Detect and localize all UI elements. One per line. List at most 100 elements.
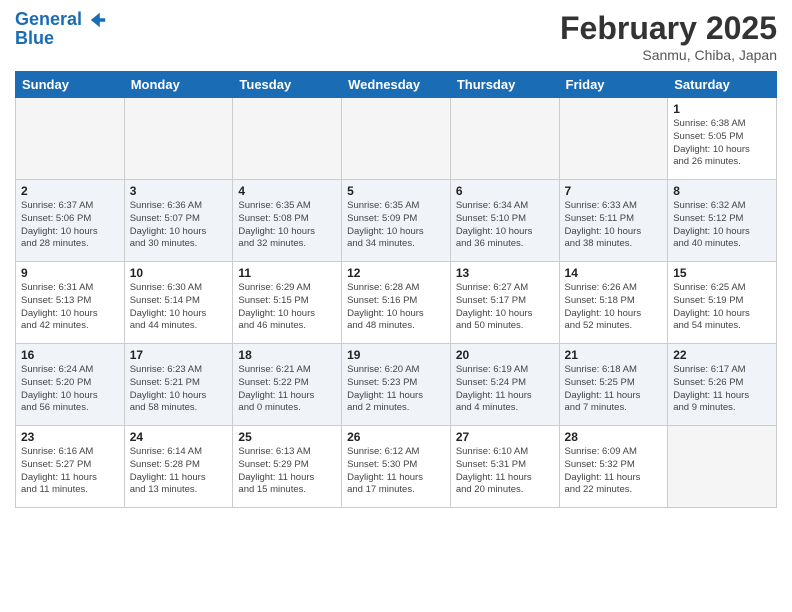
table-row bbox=[559, 98, 668, 180]
day-info: Sunrise: 6:27 AMSunset: 5:17 PMDaylight:… bbox=[456, 282, 554, 333]
day-info: Sunrise: 6:19 AMSunset: 5:24 PMDaylight:… bbox=[456, 364, 554, 415]
table-row: 27 Sunrise: 6:10 AMSunset: 5:31 PMDayligh… bbox=[450, 426, 559, 508]
table-row: 28 Sunrise: 6:09 AMSunset: 5:32 PMDayligh… bbox=[559, 426, 668, 508]
table-row: 25 Sunrise: 6:13 AMSunset: 5:29 PMDayligh… bbox=[233, 426, 342, 508]
calendar-week-row: 1 Sunrise: 6:38 AMSunset: 5:05 PMDaylight… bbox=[16, 98, 777, 180]
logo: General Blue bbox=[15, 10, 107, 49]
day-number: 7 bbox=[565, 184, 663, 198]
table-row: 7Sunrise: 6:33 AMSunset: 5:11 PMDaylight… bbox=[559, 180, 668, 262]
header: General Blue February 2025 Sanmu, Chiba,… bbox=[15, 10, 777, 63]
table-row: 23 Sunrise: 6:16 AMSunset: 5:27 PMDayligh… bbox=[16, 426, 125, 508]
day-info: Sunrise: 6:34 AMSunset: 5:10 PMDaylight:… bbox=[456, 200, 554, 251]
table-row: 11 Sunrise: 6:29 AMSunset: 5:15 PMDayligh… bbox=[233, 262, 342, 344]
table-row: 16 Sunrise: 6:24 AMSunset: 5:20 PMDayligh… bbox=[16, 344, 125, 426]
logo-arrow-icon bbox=[89, 11, 107, 29]
day-number: 11 bbox=[238, 266, 336, 280]
day-number: 9 bbox=[21, 266, 119, 280]
day-number: 2 bbox=[21, 184, 119, 198]
day-number: 21 bbox=[565, 348, 663, 362]
day-number: 25 bbox=[238, 430, 336, 444]
day-info: Sunrise: 6:14 AMSunset: 5:28 PMDaylight:… bbox=[130, 446, 228, 497]
day-info: Sunrise: 6:32 AMSunset: 5:12 PMDaylight:… bbox=[673, 200, 771, 251]
day-number: 15 bbox=[673, 266, 771, 280]
table-row bbox=[668, 426, 777, 508]
day-number: 14 bbox=[565, 266, 663, 280]
col-thursday: Thursday bbox=[450, 72, 559, 98]
table-row: 20 Sunrise: 6:19 AMSunset: 5:24 PMDayligh… bbox=[450, 344, 559, 426]
table-row: 9 Sunrise: 6:31 AMSunset: 5:13 PMDaylight… bbox=[16, 262, 125, 344]
day-info: Sunrise: 6:31 AMSunset: 5:13 PMDaylight:… bbox=[21, 282, 119, 333]
day-info: Sunrise: 6:36 AMSunset: 5:07 PMDaylight:… bbox=[130, 200, 228, 251]
table-row: 15Sunrise: 6:25 AMSunset: 5:19 PMDayligh… bbox=[668, 262, 777, 344]
day-number: 27 bbox=[456, 430, 554, 444]
day-info: Sunrise: 6:35 AMSunset: 5:09 PMDaylight:… bbox=[347, 200, 445, 251]
calendar-week-row: 23 Sunrise: 6:16 AMSunset: 5:27 PMDayligh… bbox=[16, 426, 777, 508]
day-info: Sunrise: 6:21 AMSunset: 5:22 PMDaylight:… bbox=[238, 364, 336, 415]
day-info: Sunrise: 6:09 AMSunset: 5:32 PMDaylight:… bbox=[565, 446, 663, 497]
day-number: 6 bbox=[456, 184, 554, 198]
table-row bbox=[124, 98, 233, 180]
calendar-week-row: 9 Sunrise: 6:31 AMSunset: 5:13 PMDaylight… bbox=[16, 262, 777, 344]
logo-text: General bbox=[15, 10, 107, 30]
calendar-header-row: Sunday Monday Tuesday Wednesday Thursday… bbox=[16, 72, 777, 98]
table-row: 13 Sunrise: 6:27 AMSunset: 5:17 PMDayligh… bbox=[450, 262, 559, 344]
table-row: 4Sunrise: 6:35 AMSunset: 5:08 PMDaylight… bbox=[233, 180, 342, 262]
day-info: Sunrise: 6:16 AMSunset: 5:27 PMDaylight:… bbox=[21, 446, 119, 497]
day-info: Sunrise: 6:12 AMSunset: 5:30 PMDaylight:… bbox=[347, 446, 445, 497]
col-wednesday: Wednesday bbox=[342, 72, 451, 98]
col-tuesday: Tuesday bbox=[233, 72, 342, 98]
table-row: 10 Sunrise: 6:30 AMSunset: 5:14 PMDayligh… bbox=[124, 262, 233, 344]
table-row: 18 Sunrise: 6:21 AMSunset: 5:22 PMDayligh… bbox=[233, 344, 342, 426]
day-number: 18 bbox=[238, 348, 336, 362]
day-info: Sunrise: 6:28 AMSunset: 5:16 PMDaylight:… bbox=[347, 282, 445, 333]
page-container: General Blue February 2025 Sanmu, Chiba,… bbox=[0, 0, 792, 513]
day-number: 3 bbox=[130, 184, 228, 198]
day-number: 24 bbox=[130, 430, 228, 444]
table-row: 8 Sunrise: 6:32 AMSunset: 5:12 PMDaylight… bbox=[668, 180, 777, 262]
month-title: February 2025 bbox=[560, 10, 777, 47]
subtitle: Sanmu, Chiba, Japan bbox=[560, 47, 777, 63]
day-info: Sunrise: 6:20 AMSunset: 5:23 PMDaylight:… bbox=[347, 364, 445, 415]
day-info: Sunrise: 6:38 AMSunset: 5:05 PMDaylight:… bbox=[673, 118, 771, 169]
table-row: 1 Sunrise: 6:38 AMSunset: 5:05 PMDaylight… bbox=[668, 98, 777, 180]
day-info: Sunrise: 6:24 AMSunset: 5:20 PMDaylight:… bbox=[21, 364, 119, 415]
day-number: 1 bbox=[673, 102, 771, 116]
table-row: 19 Sunrise: 6:20 AMSunset: 5:23 PMDayligh… bbox=[342, 344, 451, 426]
day-number: 19 bbox=[347, 348, 445, 362]
day-info: Sunrise: 6:17 AMSunset: 5:26 PMDaylight:… bbox=[673, 364, 771, 415]
table-row: 3 Sunrise: 6:36 AMSunset: 5:07 PMDaylight… bbox=[124, 180, 233, 262]
table-row: 14Sunrise: 6:26 AMSunset: 5:18 PMDayligh… bbox=[559, 262, 668, 344]
table-row bbox=[233, 98, 342, 180]
day-number: 17 bbox=[130, 348, 228, 362]
day-number: 26 bbox=[347, 430, 445, 444]
day-number: 22 bbox=[673, 348, 771, 362]
day-number: 10 bbox=[130, 266, 228, 280]
day-number: 16 bbox=[21, 348, 119, 362]
logo-blue: Blue bbox=[15, 28, 107, 49]
table-row: 6 Sunrise: 6:34 AMSunset: 5:10 PMDaylight… bbox=[450, 180, 559, 262]
table-row: 12 Sunrise: 6:28 AMSunset: 5:16 PMDayligh… bbox=[342, 262, 451, 344]
col-saturday: Saturday bbox=[668, 72, 777, 98]
table-row: 5 Sunrise: 6:35 AMSunset: 5:09 PMDaylight… bbox=[342, 180, 451, 262]
day-number: 20 bbox=[456, 348, 554, 362]
table-row: 21 Sunrise: 6:18 AMSunset: 5:25 PMDayligh… bbox=[559, 344, 668, 426]
day-number: 5 bbox=[347, 184, 445, 198]
table-row bbox=[450, 98, 559, 180]
day-info: Sunrise: 6:37 AMSunset: 5:06 PMDaylight:… bbox=[21, 200, 119, 251]
table-row: 26 Sunrise: 6:12 AMSunset: 5:30 PMDayligh… bbox=[342, 426, 451, 508]
table-row: 22 Sunrise: 6:17 AMSunset: 5:26 PMDayligh… bbox=[668, 344, 777, 426]
day-info: Sunrise: 6:13 AMSunset: 5:29 PMDaylight:… bbox=[238, 446, 336, 497]
day-info: Sunrise: 6:29 AMSunset: 5:15 PMDaylight:… bbox=[238, 282, 336, 333]
calendar-week-row: 2 Sunrise: 6:37 AMSunset: 5:06 PMDaylight… bbox=[16, 180, 777, 262]
day-info: Sunrise: 6:18 AMSunset: 5:25 PMDaylight:… bbox=[565, 364, 663, 415]
table-row bbox=[16, 98, 125, 180]
day-info: Sunrise: 6:35 AMSunset: 5:08 PMDaylight:… bbox=[238, 200, 336, 251]
day-info: Sunrise: 6:30 AMSunset: 5:14 PMDaylight:… bbox=[130, 282, 228, 333]
day-number: 28 bbox=[565, 430, 663, 444]
day-info: Sunrise: 6:10 AMSunset: 5:31 PMDaylight:… bbox=[456, 446, 554, 497]
day-number: 8 bbox=[673, 184, 771, 198]
day-number: 13 bbox=[456, 266, 554, 280]
day-number: 23 bbox=[21, 430, 119, 444]
table-row: 2 Sunrise: 6:37 AMSunset: 5:06 PMDaylight… bbox=[16, 180, 125, 262]
day-number: 12 bbox=[347, 266, 445, 280]
